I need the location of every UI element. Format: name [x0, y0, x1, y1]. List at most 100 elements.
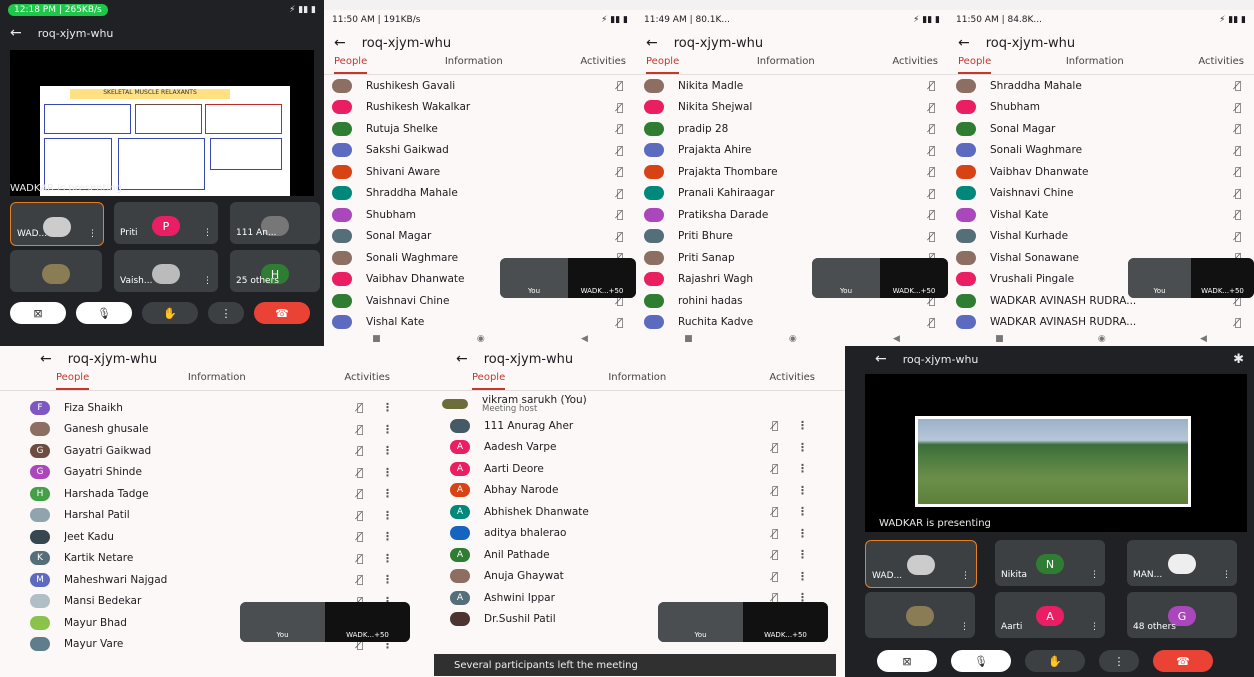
- back-icon[interactable]: ←: [456, 351, 468, 367]
- raise-hand-icon[interactable]: ✋: [142, 302, 198, 324]
- more-options-icon[interactable]: ⋮: [797, 505, 808, 518]
- list-item[interactable]: A Abhay Narode 🎙̸ ⋮: [442, 480, 815, 502]
- list-item[interactable]: A Anil Pathade 🎙̸ ⋮: [442, 544, 815, 566]
- list-item[interactable]: Sonali Waghmare 🎙̸: [948, 140, 1254, 162]
- more-options-icon[interactable]: ⋮: [382, 487, 393, 500]
- tab-people[interactable]: People: [646, 56, 680, 74]
- tile-3[interactable]: MAN... ⋮: [1127, 540, 1237, 586]
- tab-activities[interactable]: Activities: [344, 372, 390, 390]
- more-options-icon[interactable]: ⋮: [797, 419, 808, 432]
- end-call-icon[interactable]: ☎: [254, 302, 310, 324]
- back-icon[interactable]: ←: [875, 351, 887, 367]
- back-icon[interactable]: ←: [334, 35, 346, 51]
- tab-information[interactable]: Information: [608, 372, 666, 390]
- list-item[interactable]: Vishal Kate 🎙̸: [324, 312, 636, 334]
- more-options-icon[interactable]: ⋮: [797, 548, 808, 561]
- list-item[interactable]: A Abhishek Dhanwate 🎙̸ ⋮: [442, 501, 815, 523]
- list-item[interactable]: WADKAR AVINASH RUDRA... 🎙̸: [948, 312, 1254, 334]
- list-item[interactable]: A Aarti Deore 🎙̸ ⋮: [442, 458, 815, 480]
- list-item[interactable]: Prajakta Thombare 🎙̸: [636, 161, 948, 183]
- meeting-title[interactable]: roq-xjym-whu: [903, 353, 979, 366]
- more-options-icon[interactable]: ⋮: [797, 527, 808, 540]
- tile-1[interactable]: WAD... ⋮: [10, 202, 104, 246]
- list-item[interactable]: Vishal Kurhade 🎙̸: [948, 226, 1254, 248]
- back-icon[interactable]: ←: [10, 25, 22, 41]
- self-preview[interactable]: You WADK...+50: [1128, 258, 1254, 298]
- camera-off-icon[interactable]: ⊠: [877, 650, 937, 672]
- tab-people[interactable]: People: [56, 372, 90, 390]
- list-item[interactable]: H Harshada Tadge 🎙̸ ⋮: [22, 483, 400, 505]
- tab-activities[interactable]: Activities: [769, 372, 815, 390]
- self-preview[interactable]: You WADK...+50: [240, 602, 410, 642]
- self-preview[interactable]: You WADK...+50: [812, 258, 948, 298]
- more-options-icon[interactable]: ⋮: [797, 462, 808, 475]
- list-item[interactable]: 111 Anurag Aher 🎙̸ ⋮: [442, 415, 815, 437]
- tab-people[interactable]: People: [958, 56, 992, 74]
- list-item[interactable]: Anuja Ghaywat 🎙̸ ⋮: [442, 566, 815, 588]
- list-item[interactable]: Ganesh ghusale 🎙̸ ⋮: [22, 419, 400, 441]
- list-item[interactable]: M Maheshwari Najgad 🎙̸ ⋮: [22, 569, 400, 591]
- list-item[interactable]: Vaishnavi Chine 🎙̸: [948, 183, 1254, 205]
- list-item[interactable]: pradip 28 🎙̸: [636, 118, 948, 140]
- mic-off-icon[interactable]: 🎙: [951, 650, 1011, 672]
- list-item[interactable]: Shubham 🎙̸: [324, 204, 636, 226]
- mic-off-icon[interactable]: 🎙: [76, 302, 132, 324]
- self-preview[interactable]: You WADK...+50: [500, 258, 636, 298]
- list-item[interactable]: Rutuja Shelke 🎙̸: [324, 118, 636, 140]
- list-item[interactable]: Sonal Magar 🎙̸: [324, 226, 636, 248]
- presentation-area[interactable]: SKELETAL MUSCLE RELAXANTS: [10, 50, 314, 196]
- list-item[interactable]: Rushikesh Wakalkar 🎙̸: [324, 97, 636, 119]
- bluetooth-icon[interactable]: ✱: [1233, 352, 1244, 367]
- tab-information[interactable]: Information: [445, 56, 503, 74]
- list-item[interactable]: Sonal Magar 🎙̸: [948, 118, 1254, 140]
- more-options-icon[interactable]: ⋮: [382, 530, 393, 543]
- more-options-icon[interactable]: ⋮: [382, 509, 393, 522]
- more-options-icon[interactable]: ⋮: [797, 484, 808, 497]
- back-icon[interactable]: ←: [40, 351, 52, 367]
- list-item[interactable]: Vaibhav Dhanwate 🎙̸: [948, 161, 1254, 183]
- list-item[interactable]: Sakshi Gaikwad 🎙̸: [324, 140, 636, 162]
- presentation-area[interactable]: [865, 374, 1247, 532]
- list-item[interactable]: G Gayatri Gaikwad 🎙̸ ⋮: [22, 440, 400, 462]
- list-item[interactable]: Jeet Kadu 🎙̸ ⋮: [22, 526, 400, 548]
- more-options-icon[interactable]: ⋮: [382, 423, 393, 436]
- tile-5[interactable]: Vaish... ⋮: [114, 250, 218, 292]
- tab-people[interactable]: People: [472, 372, 506, 390]
- more-options-icon[interactable]: ⋮: [382, 573, 393, 586]
- list-item[interactable]: K Kartik Netare 🎙̸ ⋮: [22, 548, 400, 570]
- self-preview[interactable]: You WADK...+50: [658, 602, 828, 642]
- more-icon[interactable]: ⋮: [208, 302, 244, 324]
- more-options-icon[interactable]: ⋮: [382, 401, 393, 414]
- more-icon[interactable]: ⋮: [1099, 650, 1139, 672]
- tile-4[interactable]: [10, 250, 102, 292]
- more-options-icon[interactable]: ⋮: [797, 570, 808, 583]
- tab-activities[interactable]: Activities: [892, 56, 938, 74]
- list-item[interactable]: Rushikesh Gavali 🎙̸: [324, 75, 636, 97]
- tile-4[interactable]: ⋮: [865, 592, 975, 638]
- list-item[interactable]: A Aadesh Varpe 🎙̸ ⋮: [442, 437, 815, 459]
- list-item[interactable]: Shubham 🎙̸: [948, 97, 1254, 119]
- others-tile[interactable]: G 48 others: [1127, 592, 1237, 638]
- list-item[interactable]: F Fiza Shaikh 🎙̸ ⋮: [22, 397, 400, 419]
- list-item[interactable]: Pranali Kahiraagar 🎙̸: [636, 183, 948, 205]
- tab-information[interactable]: Information: [188, 372, 246, 390]
- list-item[interactable]: Priti Bhure 🎙̸: [636, 226, 948, 248]
- list-item[interactable]: Nikita Madle 🎙̸: [636, 75, 948, 97]
- back-icon[interactable]: ←: [646, 35, 658, 51]
- more-options-icon[interactable]: ⋮: [382, 552, 393, 565]
- tile-2[interactable]: N Nikita ⋮: [995, 540, 1105, 586]
- back-icon[interactable]: ←: [958, 35, 970, 51]
- list-item[interactable]: aditya bhalerao 🎙̸ ⋮: [442, 523, 815, 545]
- raise-hand-icon[interactable]: ✋: [1025, 650, 1085, 672]
- list-item[interactable]: G Gayatri Shinde 🎙̸ ⋮: [22, 462, 400, 484]
- tab-activities[interactable]: Activities: [1198, 56, 1244, 74]
- tile-1[interactable]: WAD... ⋮: [865, 540, 977, 588]
- tile-2[interactable]: P Priti ⋮: [114, 202, 218, 244]
- list-item[interactable]: Ruchita Kadve 🎙̸: [636, 312, 948, 334]
- list-item[interactable]: Shivani Aware 🎙̸: [324, 161, 636, 183]
- meeting-title[interactable]: roq-xjym-whu: [38, 27, 114, 40]
- more-options-icon[interactable]: ⋮: [382, 444, 393, 457]
- list-item[interactable]: Shraddha Mahale 🎙̸: [948, 75, 1254, 97]
- host-row[interactable]: vikram sarukh (You) Meeting host: [420, 391, 845, 415]
- tab-information[interactable]: Information: [757, 56, 815, 74]
